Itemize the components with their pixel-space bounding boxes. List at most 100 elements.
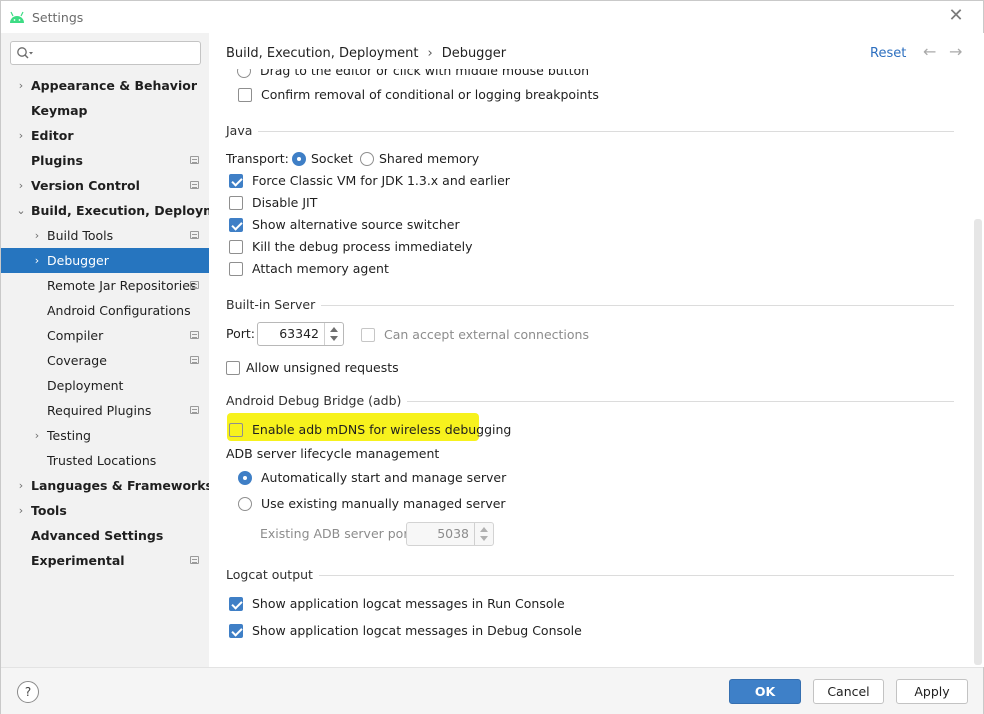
port-stepper-arrows[interactable] (324, 323, 343, 345)
sidebar-item-plugins[interactable]: Plugins (1, 148, 209, 173)
reset-link[interactable]: Reset (870, 46, 906, 61)
sidebar-item-appearance-behavior[interactable]: › Appearance & Behavior (1, 73, 209, 98)
lifecycle-label: ADB server lifecycle management (226, 446, 440, 461)
existing-server-radio[interactable] (238, 497, 252, 511)
apply-button[interactable]: Apply (896, 679, 968, 704)
chevron-right-icon[interactable]: › (15, 473, 27, 498)
search-icon (17, 47, 33, 59)
sidebar-item-experimental[interactable]: Experimental (1, 548, 209, 573)
drag-option-radio[interactable] (237, 69, 251, 78)
adb-port-label: Existing ADB server port: (260, 526, 418, 541)
breadcrumb: Build, Execution, Deployment › Debugger (226, 46, 506, 61)
breadcrumb-current: Debugger (441, 46, 507, 61)
adb-mdns-checkbox[interactable] (229, 423, 243, 437)
chevron-right-icon[interactable]: › (15, 173, 27, 198)
sidebar-item-deployment[interactable]: Deployment (1, 373, 209, 398)
ok-button[interactable]: OK (729, 679, 801, 704)
sidebar-item-label: Testing (47, 428, 91, 443)
transport-label: Transport: (226, 151, 289, 166)
title-bar: Settings ✕ (1, 1, 983, 33)
project-level-icon (190, 406, 199, 414)
sidebar-item-label: Experimental (31, 553, 125, 568)
sidebar-item-label: Remote Jar Repositories (47, 278, 197, 293)
dialog-footer: ? OK Cancel Apply (1, 667, 983, 714)
sidebar-item-android-configurations[interactable]: Android Configurations (1, 298, 209, 323)
sidebar-item-coverage[interactable]: Coverage (1, 348, 209, 373)
kill-debug-label: Kill the debug process immediately (252, 239, 473, 254)
port-spinner[interactable]: 63342 (257, 322, 344, 346)
sidebar-item-build-tools[interactable]: › Build Tools (1, 223, 209, 248)
forward-arrow-icon[interactable]: → (949, 42, 962, 61)
close-icon[interactable]: ✕ (947, 7, 965, 25)
auto-server-radio[interactable] (238, 471, 252, 485)
force-classic-checkbox[interactable] (229, 174, 243, 188)
sidebar-item-required-plugins[interactable]: Required Plugins (1, 398, 209, 423)
socket-radio[interactable] (292, 152, 306, 166)
settings-sidebar: › Appearance & Behavior Keymap › Editor Plugi… (1, 33, 239, 667)
sidebar-item-build-execution-deployment[interactable]: ⌄ Build, Execution, Deployment (1, 198, 239, 223)
confirm-removal-checkbox[interactable] (238, 88, 252, 102)
logcat-debug-checkbox[interactable] (229, 624, 243, 638)
breadcrumb-separator: › (427, 46, 433, 61)
sidebar-item-label: Advanced Settings (31, 528, 164, 543)
show-alt-switcher-checkbox[interactable] (229, 218, 243, 232)
force-classic-label: Force Classic VM for JDK 1.3.x and earli… (252, 173, 510, 188)
chevron-right-icon[interactable]: › (15, 123, 27, 148)
divider (226, 305, 954, 306)
help-icon[interactable]: ? (17, 681, 39, 703)
chevron-right-icon[interactable]: › (15, 498, 27, 523)
sidebar-item-label: Android Configurations (47, 303, 191, 318)
project-level-icon (190, 331, 199, 339)
sidebar-item-keymap[interactable]: Keymap (1, 98, 209, 123)
back-arrow-icon[interactable]: ← (923, 42, 936, 61)
chevron-down-icon[interactable]: ⌄ (15, 198, 27, 223)
logcat-run-checkbox[interactable] (229, 597, 243, 611)
sidebar-item-editor[interactable]: › Editor (1, 123, 209, 148)
sidebar-item-label: Tools (31, 503, 67, 518)
settings-main-panel: Build, Execution, Deployment › Debugger Re… (209, 33, 984, 667)
logcat-section: Logcat output (226, 567, 954, 583)
chevron-right-icon[interactable]: › (31, 223, 43, 248)
search-input[interactable] (10, 41, 201, 65)
sidebar-item-compiler[interactable]: Compiler (1, 323, 209, 348)
sidebar-item-label: Appearance & Behavior (31, 78, 197, 93)
sidebar-item-label: Deployment (47, 378, 124, 393)
sidebar-item-label: Required Plugins (47, 403, 152, 418)
sidebar-item-languages-frameworks[interactable]: › Languages & Frameworks (1, 473, 213, 498)
sidebar-item-testing[interactable]: › Testing (1, 423, 209, 448)
sidebar-item-label: Version Control (31, 178, 140, 193)
sidebar-item-trusted-locations[interactable]: Trusted Locations (1, 448, 209, 473)
sidebar-item-version-control[interactable]: › Version Control (1, 173, 209, 198)
auto-server-label: Automatically start and manage server (261, 470, 507, 485)
chevron-right-icon[interactable]: › (31, 248, 43, 273)
sidebar-item-tools[interactable]: › Tools (1, 498, 209, 523)
chevron-right-icon[interactable]: › (31, 423, 43, 448)
sidebar-item-remote-jar-repositories[interactable]: Remote Jar Repositories (1, 273, 209, 298)
port-label: Port: (226, 326, 255, 341)
sidebar-item-debugger[interactable]: › Debugger (1, 248, 209, 273)
sidebar-item-label: Coverage (47, 353, 107, 368)
java-section-title: Java (226, 123, 259, 138)
project-level-icon (190, 281, 199, 289)
logcat-section-title: Logcat output (226, 567, 319, 582)
builtin-server-title: Built-in Server (226, 297, 322, 312)
unsigned-requests-label: Allow unsigned requests (246, 360, 399, 375)
sidebar-item-label: Languages & Frameworks (31, 478, 213, 493)
shared-memory-radio[interactable] (360, 152, 374, 166)
cancel-button[interactable]: Cancel (813, 679, 884, 704)
scrollbar-thumb[interactable] (974, 219, 982, 665)
sidebar-item-label: Editor (31, 128, 74, 143)
sidebar-item-label: Build Tools (47, 228, 114, 243)
adb-mdns-label: Enable adb mDNS for wireless debugging (252, 422, 512, 437)
kill-debug-checkbox[interactable] (229, 240, 243, 254)
unsigned-requests-checkbox[interactable] (226, 361, 240, 375)
breadcrumb-parent[interactable]: Build, Execution, Deployment (226, 46, 418, 61)
sidebar-item-label: Keymap (31, 103, 88, 118)
chevron-right-icon[interactable]: › (15, 73, 27, 98)
socket-label: Socket (311, 151, 353, 166)
project-level-icon (190, 356, 199, 364)
disable-jit-checkbox[interactable] (229, 196, 243, 210)
sidebar-item-advanced-settings[interactable]: Advanced Settings (1, 523, 209, 548)
debugger-settings-content: Drag to the editor or click with middle … (209, 69, 974, 667)
attach-memory-checkbox[interactable] (229, 262, 243, 276)
